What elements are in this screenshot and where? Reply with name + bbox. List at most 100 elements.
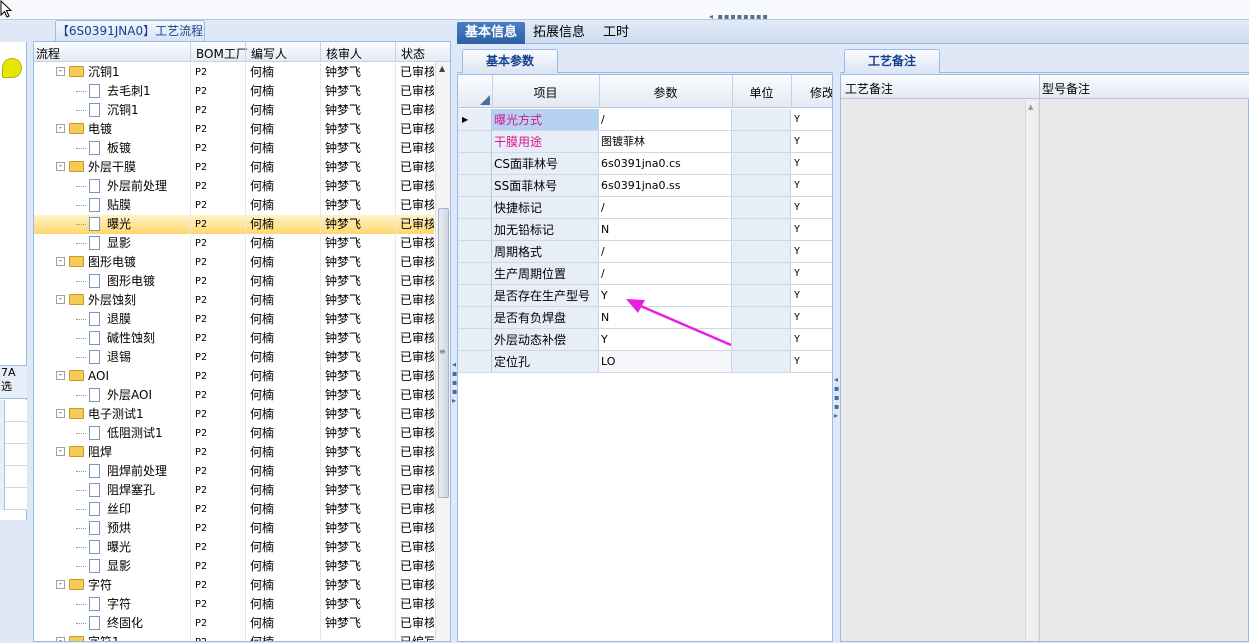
tree-node[interactable]: 外层前处理 — [34, 177, 188, 196]
tree-node[interactable]: 预烘 — [34, 519, 188, 538]
tree-node[interactable]: 贴膜 — [34, 196, 188, 215]
col-header-writer[interactable]: 编写人 — [251, 45, 287, 62]
param-value-cell[interactable]: / — [599, 263, 732, 285]
col-header-reviewer[interactable]: 核审人 — [326, 45, 362, 62]
row-indicator[interactable] — [458, 241, 492, 263]
tree-row[interactable]: - 阻焊 P2 何楠 钟梦飞 已审核 — [34, 443, 434, 462]
tree-row[interactable]: - 字符1 P2 何楠 已编写 — [34, 633, 434, 641]
tree-row[interactable]: 图形电镀 P2 何楠 钟梦飞 已审核 — [34, 272, 434, 291]
param-modify-cell[interactable]: Y — [791, 219, 832, 241]
collapse-toggle-icon[interactable]: - — [56, 637, 65, 641]
process-flow-tab[interactable]: 【6S0391JNA0】工艺流程 — [55, 20, 205, 41]
collapse-toggle-icon[interactable]: - — [56, 409, 65, 418]
tree-scrollbar[interactable]: ▲ ≡ — [435, 62, 450, 641]
param-row[interactable]: 是否存在生产型号 Y Y — [458, 285, 832, 307]
tree-node[interactable]: 终固化 — [34, 614, 188, 633]
tree-row[interactable]: - 外层干膜 P2 何楠 钟梦飞 已审核 — [34, 158, 434, 177]
row-indicator[interactable] — [458, 329, 492, 351]
tree-node[interactable]: - 沉铜1 — [34, 63, 188, 82]
tree-node[interactable]: 低阻测试1 — [34, 424, 188, 443]
row-indicator[interactable] — [458, 175, 492, 197]
collapse-toggle-icon[interactable]: - — [56, 580, 65, 589]
tree-node[interactable]: 沉铜1 — [34, 101, 188, 120]
tree-row[interactable]: 外层前处理 P2 何楠 钟梦飞 已审核 — [34, 177, 434, 196]
select-all-corner-icon[interactable] — [480, 95, 490, 105]
col-header-flow[interactable]: 流程 — [36, 45, 60, 62]
tab-work-hours[interactable]: 工时 — [595, 22, 637, 44]
param-value-cell[interactable]: Y — [599, 329, 732, 351]
param-row[interactable]: 周期格式 / Y — [458, 241, 832, 263]
row-indicator[interactable] — [458, 219, 492, 241]
collapse-toggle-icon[interactable]: - — [56, 67, 65, 76]
param-row[interactable]: 快捷标记 / Y — [458, 197, 832, 219]
tree-row[interactable]: 退锡 P2 何楠 钟梦飞 已审核 — [34, 348, 434, 367]
param-row[interactable]: 干膜用途 图镀菲林 Y — [458, 131, 832, 153]
col-header-modify[interactable]: 修改 — [791, 84, 832, 101]
row-indicator[interactable] — [458, 263, 492, 285]
collapse-toggle-icon[interactable]: - — [56, 124, 65, 133]
tree-node[interactable]: - 字符 — [34, 576, 188, 595]
tree-node[interactable]: 曝光 — [34, 215, 188, 234]
param-modify-cell[interactable]: Y — [791, 197, 832, 219]
tree-row[interactable]: 退膜 P2 何楠 钟梦飞 已审核 — [34, 310, 434, 329]
tree-node[interactable]: - 电子测试1 — [34, 405, 188, 424]
tree-node[interactable]: - AOI — [34, 367, 188, 386]
tree-node[interactable]: 阻焊塞孔 — [34, 481, 188, 500]
tree-row[interactable]: 沉铜1 P2 何楠 钟梦飞 已审核 — [34, 101, 434, 120]
tree-row[interactable]: 丝印 P2 何楠 钟梦飞 已审核 — [34, 500, 434, 519]
param-row[interactable]: ▶ 曝光方式 / Y — [458, 109, 832, 131]
collapse-toggle-icon[interactable]: - — [56, 257, 65, 266]
collapse-toggle-icon[interactable]: - — [56, 295, 65, 304]
comment-bubble-icon[interactable] — [2, 58, 22, 78]
tree-row[interactable]: - AOI P2 何楠 钟梦飞 已审核 — [34, 367, 434, 386]
tree-row[interactable]: 字符 P2 何楠 钟梦飞 已审核 — [34, 595, 434, 614]
tree-node[interactable]: - 图形电镀 — [34, 253, 188, 272]
tree-row[interactable]: - 外层蚀刻 P2 何楠 钟梦飞 已审核 — [34, 291, 434, 310]
param-row[interactable]: 加无铅标记 N Y — [458, 219, 832, 241]
tree-row[interactable]: - 图形电镀 P2 何楠 钟梦飞 已审核 — [34, 253, 434, 272]
tree-row[interactable]: - 电镀 P2 何楠 钟梦飞 已审核 — [34, 120, 434, 139]
tree-row[interactable]: 曝光 P2 何楠 钟梦飞 已审核 — [34, 215, 434, 234]
tree-node[interactable]: - 字符1 — [34, 633, 188, 641]
tree-row[interactable]: 终固化 P2 何楠 钟梦飞 已审核 — [34, 614, 434, 633]
tree-row[interactable]: 预烘 P2 何楠 钟梦飞 已审核 — [34, 519, 434, 538]
param-value-cell[interactable]: / — [599, 197, 732, 219]
param-value-cell[interactable]: 图镀菲林 — [599, 131, 732, 153]
col-header-param[interactable]: 参数 — [599, 84, 732, 101]
col-header-bom[interactable]: BOM工厂 — [196, 45, 248, 62]
tree-row[interactable]: 低阻测试1 P2 何楠 钟梦飞 已审核 — [34, 424, 434, 443]
tree-node[interactable]: 字符 — [34, 595, 188, 614]
tree-row[interactable]: - 字符 P2 何楠 钟梦飞 已审核 — [34, 576, 434, 595]
row-indicator[interactable] — [458, 307, 492, 329]
collapse-toggle-icon[interactable]: - — [56, 447, 65, 456]
param-value-cell[interactable]: 6s0391jna0.cs — [599, 153, 732, 175]
collapse-toggle-icon[interactable]: - — [56, 162, 65, 171]
vertical-splitter-right[interactable]: ◂ ▪ ▪ ▪ ▸ — [833, 45, 840, 642]
tree-node[interactable]: 曝光 — [34, 538, 188, 557]
row-indicator[interactable] — [458, 153, 492, 175]
tree-row[interactable]: 显影 P2 何楠 钟梦飞 已审核 — [34, 557, 434, 576]
row-indicator[interactable] — [458, 131, 492, 153]
tree-node[interactable]: 图形电镀 — [34, 272, 188, 291]
tree-row[interactable]: 阻焊前处理 P2 何楠 钟梦飞 已审核 — [34, 462, 434, 481]
param-row[interactable]: 外层动态补偿 Y Y — [458, 329, 832, 351]
param-row[interactable]: 定位孔 LO Y — [458, 351, 832, 373]
collapse-toggle-icon[interactable]: - — [56, 371, 65, 380]
tab-extended-info[interactable]: 拓展信息 — [527, 22, 591, 44]
tree-node[interactable]: 显影 — [34, 234, 188, 253]
process-notes-scrollbar[interactable]: ▲ — [1025, 101, 1037, 641]
param-value-cell[interactable]: N — [599, 307, 732, 329]
col-header-item[interactable]: 项目 — [492, 84, 599, 101]
tree-row[interactable]: 去毛刺1 P2 何楠 钟梦飞 已审核 — [34, 82, 434, 101]
tree-row[interactable]: 显影 P2 何楠 钟梦飞 已审核 — [34, 234, 434, 253]
param-value-cell[interactable]: N — [599, 219, 732, 241]
scroll-up-arrow-icon[interactable]: ▲ — [1028, 103, 1033, 111]
param-row[interactable]: SS面菲林号 6s0391jna0.ss Y — [458, 175, 832, 197]
current-row-indicator-icon[interactable]: ▶ — [458, 109, 492, 131]
tree-node[interactable]: 退锡 — [34, 348, 188, 367]
tree-node[interactable]: - 外层干膜 — [34, 158, 188, 177]
row-indicator[interactable] — [458, 285, 492, 307]
col-header-status[interactable]: 状态 — [401, 45, 425, 62]
param-value-cell[interactable]: LO — [599, 351, 732, 373]
tree-row[interactable]: 板镀 P2 何楠 钟梦飞 已审核 — [34, 139, 434, 158]
